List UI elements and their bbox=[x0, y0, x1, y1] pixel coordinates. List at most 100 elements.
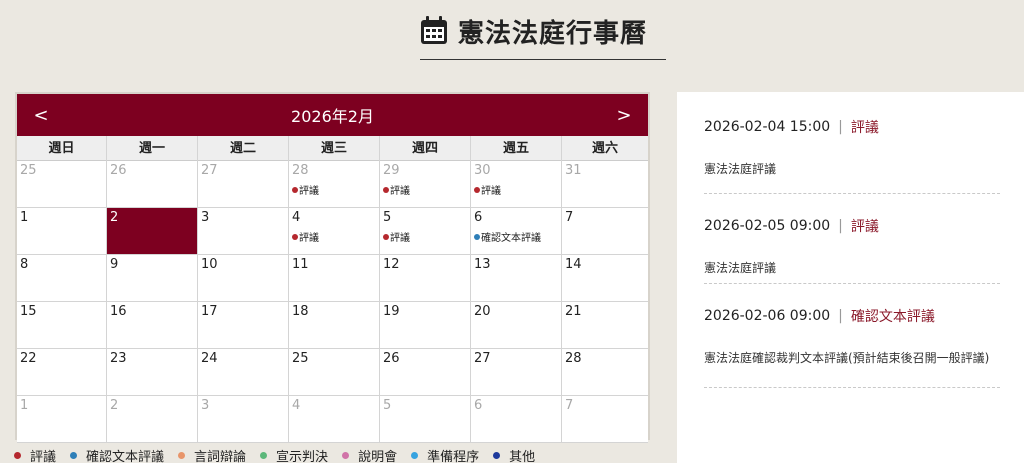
day-event-label: 評議 bbox=[481, 186, 501, 197]
day-cell[interactable]: 4 bbox=[289, 396, 380, 443]
day-cell[interactable]: 3 bbox=[198, 208, 289, 255]
day-cell[interactable]: 5 bbox=[380, 396, 471, 443]
day-cell[interactable]: 30 評議 bbox=[471, 161, 562, 208]
weekday-label: 週一 bbox=[107, 136, 198, 161]
day-cell[interactable]: 7 bbox=[562, 208, 648, 255]
event-description: 憲法法庭確認裁判文本評議(預計結束後召開一般評議) bbox=[704, 351, 990, 365]
day-cell[interactable]: 1 bbox=[17, 208, 107, 255]
day-cell[interactable]: 26 bbox=[380, 349, 471, 396]
legend-label: 評議 bbox=[30, 450, 57, 463]
day-cell[interactable]: 5 評議 bbox=[380, 208, 471, 255]
weekday-label: 週六 bbox=[591, 141, 618, 156]
day-event[interactable]: 評議 bbox=[292, 182, 376, 197]
day-cell[interactable]: 13 bbox=[471, 255, 562, 302]
day-number: 24 bbox=[201, 351, 218, 366]
day-number: 25 bbox=[20, 163, 37, 178]
day-cell[interactable]: 21 bbox=[562, 302, 648, 349]
day-number: 27 bbox=[474, 351, 491, 366]
day-cell[interactable]: 11 bbox=[289, 255, 380, 302]
day-cell[interactable]: 20 bbox=[471, 302, 562, 349]
weekday-label: 週三 bbox=[289, 136, 380, 161]
event-separator: | bbox=[838, 218, 843, 234]
day-event[interactable]: 評議 bbox=[292, 229, 376, 244]
weekday-label: 週五 bbox=[471, 136, 562, 161]
day-number: 28 bbox=[565, 351, 582, 366]
page-title: 憲法法庭行事曆 bbox=[458, 19, 648, 49]
day-cell[interactable]: 1 bbox=[17, 396, 107, 443]
day-cell[interactable]: 28 bbox=[562, 349, 648, 396]
day-number: 17 bbox=[201, 304, 218, 319]
day-event-label: 評議 bbox=[299, 233, 319, 244]
event-dot-icon bbox=[383, 233, 389, 240]
day-cell[interactable]: 4 評議 bbox=[289, 208, 380, 255]
event-type-link[interactable]: 評議 bbox=[851, 216, 879, 236]
day-cell[interactable]: 23 bbox=[107, 349, 198, 396]
day-cell[interactable]: 27 bbox=[471, 349, 562, 396]
day-cell[interactable]: 15 bbox=[17, 302, 107, 349]
day-event[interactable]: 評議 bbox=[383, 229, 467, 244]
day-number: 2 bbox=[110, 398, 119, 413]
day-event[interactable]: 評議 bbox=[474, 182, 558, 197]
day-cell[interactable]: 31 bbox=[562, 161, 648, 208]
calendar-grid: 25 26 27 28 評議 29 評議 30 評議 31 1 2 3 4 評議 5 評議 6 確認文本評議 7 8 9 1… bbox=[17, 161, 648, 443]
day-number: 22 bbox=[20, 351, 37, 366]
day-cell[interactable]: 12 bbox=[380, 255, 471, 302]
day-cell[interactable]: 7 bbox=[562, 396, 648, 443]
event-item: 2026-02-04 15:00 | 評議 憲法法庭評議 bbox=[704, 92, 1000, 194]
day-number: 7 bbox=[565, 210, 574, 225]
event-type-link[interactable]: 確認文本評議 bbox=[851, 306, 935, 326]
event-description: 憲法法庭評議 bbox=[704, 162, 777, 176]
event-datetime: 2026-02-04 15:00 bbox=[704, 119, 831, 135]
day-cell[interactable]: 6 bbox=[471, 396, 562, 443]
day-number: 30 bbox=[474, 163, 491, 178]
day-cell[interactable]: 24 bbox=[198, 349, 289, 396]
event-separator: | bbox=[838, 308, 843, 324]
day-cell[interactable]: 2 bbox=[107, 396, 198, 443]
day-cell[interactable]: 18 bbox=[289, 302, 380, 349]
day-number: 18 bbox=[292, 304, 309, 319]
next-month-button[interactable]: > bbox=[614, 105, 634, 126]
day-number: 20 bbox=[474, 304, 491, 319]
weekday-header: 週日 週一 週二 週三 週四 週五 週六 bbox=[17, 136, 648, 161]
day-cell[interactable]: 19 bbox=[380, 302, 471, 349]
day-cell[interactable]: 8 bbox=[17, 255, 107, 302]
page-title-group: 憲法法庭行事曆 bbox=[420, 13, 647, 50]
prev-month-button[interactable]: < bbox=[31, 105, 51, 126]
day-event-label: 評議 bbox=[390, 233, 410, 244]
page-header: 憲法法庭行事曆 bbox=[420, 8, 666, 60]
calendar: < 2026年2月 > 週日 週一 週二 週三 週四 週五 週六 25 26 27 28 評議 29 評… bbox=[15, 92, 650, 443]
legend-dot-icon bbox=[70, 452, 78, 459]
day-cell[interactable]: 16 bbox=[107, 302, 198, 349]
day-cell[interactable]: 17 bbox=[198, 302, 289, 349]
day-cell-selected[interactable]: 2 bbox=[107, 208, 198, 255]
day-event-label: 評議 bbox=[390, 186, 410, 197]
day-number: 10 bbox=[201, 257, 218, 272]
day-cell[interactable]: 10 bbox=[198, 255, 289, 302]
day-cell[interactable]: 28 評議 bbox=[289, 161, 380, 208]
day-cell[interactable]: 29 評議 bbox=[380, 161, 471, 208]
event-dot-icon bbox=[474, 233, 480, 240]
day-event-label: 確認文本評議 bbox=[481, 233, 541, 244]
day-cell[interactable]: 3 bbox=[198, 396, 289, 443]
day-number: 28 bbox=[292, 163, 309, 178]
day-number: 26 bbox=[110, 163, 127, 178]
day-cell[interactable]: 14 bbox=[562, 255, 648, 302]
day-cell[interactable]: 26 bbox=[107, 161, 198, 208]
day-cell[interactable]: 6 確認文本評議 bbox=[471, 208, 562, 255]
day-event[interactable]: 評議 bbox=[383, 182, 467, 197]
calendar-icon bbox=[420, 15, 448, 49]
legend-item: 準備程序 bbox=[411, 446, 479, 463]
day-cell[interactable]: 25 bbox=[17, 161, 107, 208]
day-cell[interactable]: 9 bbox=[107, 255, 198, 302]
legend-label: 說明會 bbox=[358, 450, 398, 463]
weekday-label: 週二 bbox=[198, 136, 289, 161]
event-type-link[interactable]: 評議 bbox=[851, 117, 879, 137]
day-cell[interactable]: 25 bbox=[289, 349, 380, 396]
day-number: 26 bbox=[383, 351, 400, 366]
day-number: 27 bbox=[201, 163, 218, 178]
day-event[interactable]: 確認文本評議 bbox=[474, 229, 558, 244]
day-cell[interactable]: 22 bbox=[17, 349, 107, 396]
day-cell[interactable]: 27 bbox=[198, 161, 289, 208]
legend-dot-icon bbox=[14, 452, 21, 459]
legend-item: 言詞辯論 bbox=[178, 446, 246, 463]
